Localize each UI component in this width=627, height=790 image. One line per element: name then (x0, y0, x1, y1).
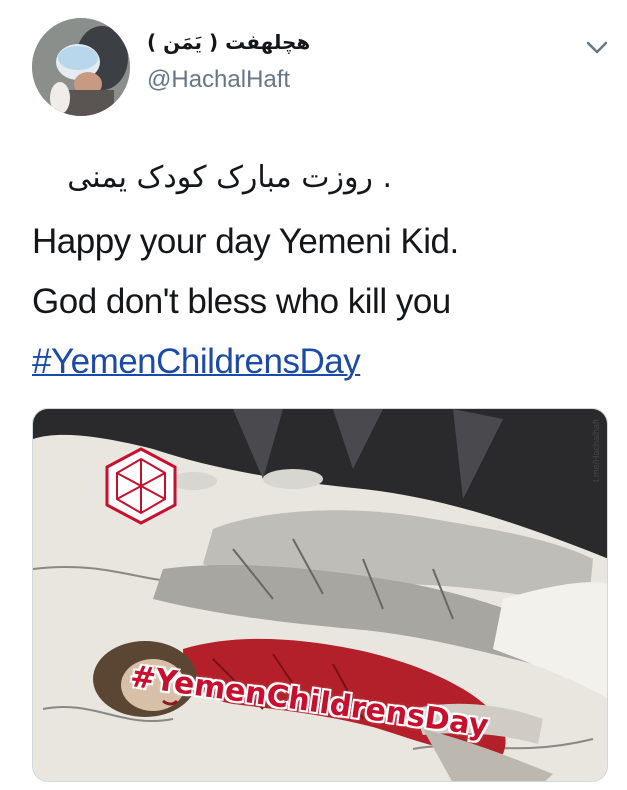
avatar[interactable] (32, 18, 130, 116)
tweet-line-1: Happy your day Yemeni Kid. (32, 222, 459, 261)
image-watermark: t.me/Hachalhaft (591, 419, 601, 483)
chevron-down-icon[interactable] (584, 38, 610, 58)
tweet-line-persian: . روزت مبارک کودک یمنی (67, 160, 392, 195)
account-handle[interactable]: @HachalHaft (147, 66, 290, 94)
hashtag-link[interactable]: #YemenChildrensDay (32, 342, 361, 382)
red-geometric-logo (105, 447, 177, 525)
avatar-image (32, 18, 130, 116)
photo-artwork (33, 409, 607, 781)
tweet-line-2: God don't bless who kill you (32, 282, 451, 321)
tweet-media-image[interactable]: #YemenChildrensDay t.me/Hachalhaft (32, 408, 608, 782)
display-name[interactable]: هچلهفت ( یَمَن ) (147, 30, 310, 54)
